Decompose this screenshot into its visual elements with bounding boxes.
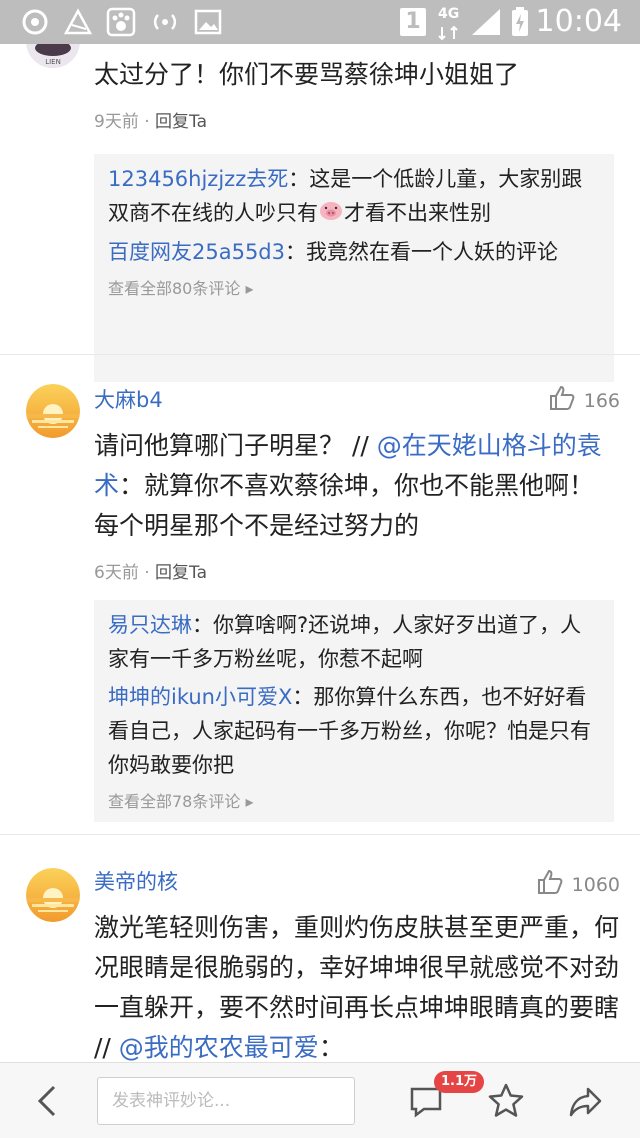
- back-button[interactable]: [28, 1081, 68, 1121]
- signal-icon: [470, 7, 502, 37]
- app-notification-icon: [20, 7, 50, 37]
- reply-author[interactable]: 123456hjzjzz去死: [108, 167, 288, 191]
- reply-button[interactable]: 回复Ta: [155, 563, 207, 583]
- like-count: 1060: [571, 873, 620, 896]
- chevron-right-icon: ▸: [245, 792, 254, 811]
- comment-meta: 6天前 · 回复Ta: [94, 563, 208, 583]
- avatar[interactable]: [26, 868, 80, 922]
- like-button[interactable]: 166: [548, 384, 620, 417]
- pig-emoji-icon: [318, 197, 344, 231]
- comment-username[interactable]: 美帝的核: [94, 866, 178, 896]
- comment-time: 6天前: [94, 563, 139, 583]
- reply-button[interactable]: 回复Ta: [155, 112, 207, 132]
- comment-text: 激光笔轻则伤害，重则灼伤皮肤甚至更严重，何况眼睛是很脆弱的，幸好坤坤很早就感觉不…: [94, 913, 620, 1062]
- comment-input[interactable]: 发表神评妙论...: [97, 1077, 355, 1125]
- comment-list[interactable]: LIEN 太过分了！你们不要骂蔡徐坤小姐姐了 9天前 · 回复Ta 123456…: [0, 44, 640, 1062]
- comment-text: 太过分了！你们不要骂蔡徐坤小姐姐了: [94, 60, 520, 89]
- divider: [0, 834, 640, 835]
- view-all-replies-link[interactable]: 查看全部80条评论 ▸: [108, 275, 602, 299]
- view-all-replies-link[interactable]: 查看全部78条评论 ▸: [108, 788, 602, 812]
- avatar[interactable]: LIEN: [26, 44, 80, 68]
- share-button[interactable]: [566, 1081, 606, 1121]
- paw-notification-icon: [106, 7, 136, 37]
- thumbs-up-icon: [536, 868, 564, 901]
- reply-item[interactable]: 坤坤的ikun小可爱X：那你算什么东西，也不好好看看自己，人家起码有一千多万粉丝…: [108, 680, 602, 782]
- divider: [0, 354, 640, 355]
- favorite-star-button[interactable]: [486, 1081, 526, 1121]
- avatar[interactable]: [26, 384, 80, 438]
- reply-author[interactable]: 百度网友25a55d3: [108, 240, 285, 264]
- reply-item[interactable]: 百度网友25a55d3：我竟然在看一个人妖的评论: [108, 235, 602, 269]
- comment-count-badge: 1.1万: [434, 1071, 485, 1093]
- comment-username[interactable]: 大麻b4: [94, 384, 163, 414]
- reply-author[interactable]: 易只达琳: [108, 613, 192, 637]
- status-time: 10:04: [535, 4, 622, 39]
- like-count: 166: [583, 389, 620, 412]
- reply-box: 123456hjzjzz去死：这是一个低龄儿童，大家别跟双商不在线的人吵只有 才看…: [94, 154, 614, 382]
- sim-badge: 1: [400, 8, 426, 36]
- reply-box: 易只达琳：你算啥啊?还说坤，人家好歹出道了，人家有一千多万粉丝呢，你惹不起啊 坤…: [94, 600, 614, 822]
- reply-text-after: 才看不出来性别: [344, 201, 491, 225]
- bottom-toolbar: 发表神评妙论... 1.1万: [0, 1062, 640, 1138]
- chevron-right-icon: ▸: [245, 279, 254, 298]
- battery-charging-icon: [510, 7, 530, 37]
- thumbs-up-icon: [548, 384, 576, 417]
- wifi-hotspot-icon: [150, 7, 180, 37]
- reply-author[interactable]: 坤坤的ikun小可爱X: [108, 685, 292, 709]
- reply-text: ：我竟然在看一个人妖的评论: [285, 240, 559, 264]
- comment-text: 请问他算哪门子明星？ // @在天姥山格斗的袁术：就算你不喜欢蔡徐坤，你也不能黑…: [94, 431, 602, 540]
- mention-link[interactable]: @我的农农最可爱: [119, 1033, 319, 1062]
- feather-notification-icon: [62, 7, 94, 37]
- reply-item[interactable]: 123456hjzjzz去死：这是一个低龄儿童，大家别跟双商不在线的人吵只有 才看…: [108, 162, 602, 231]
- like-button[interactable]: 1060: [536, 868, 620, 901]
- svg-text:LIEN: LIEN: [45, 58, 61, 66]
- comment-meta: 9天前 · 回复Ta: [94, 112, 208, 132]
- comment-time: 9天前: [94, 112, 139, 132]
- image-notification-icon: [194, 7, 222, 37]
- reply-item[interactable]: 易只达琳：你算啥啊?还说坤，人家好歹出道了，人家有一千多万粉丝呢，你惹不起啊: [108, 608, 602, 676]
- status-bar: 1 4G 10:04: [0, 0, 640, 44]
